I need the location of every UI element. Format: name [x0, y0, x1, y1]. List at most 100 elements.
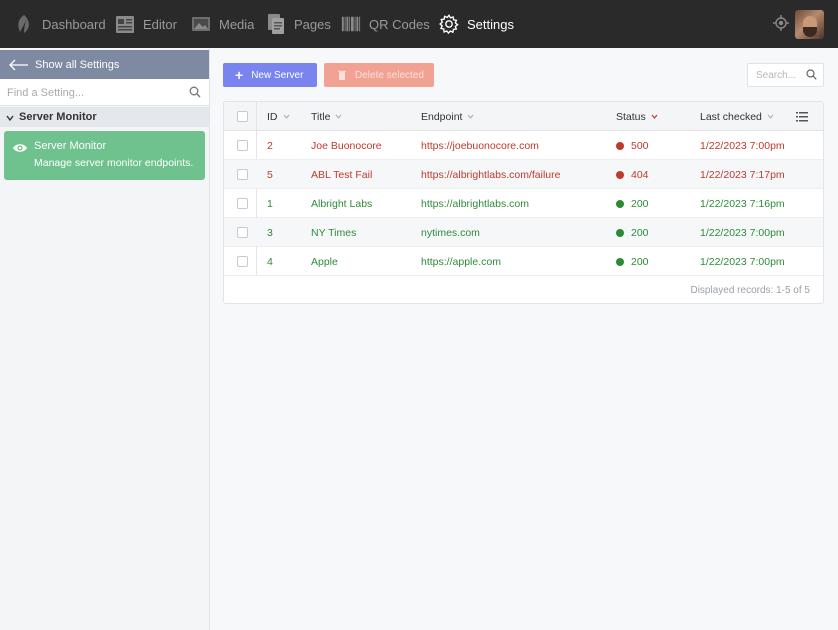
status-dot-icon: [616, 228, 624, 237]
column-label: Status: [616, 110, 646, 123]
settings-group-header[interactable]: Server Monitor: [0, 107, 209, 127]
select-all-checkbox[interactable]: [237, 111, 248, 122]
cell-status: 404: [616, 160, 649, 189]
cell-text: NY Times: [311, 226, 357, 239]
find-setting-field: [0, 79, 209, 106]
cell-title: ABL Test Fail: [311, 160, 372, 189]
column-header-endpoint[interactable]: Endpoint: [421, 102, 474, 131]
column-header-id[interactable]: ID: [267, 102, 290, 131]
gear-icon: [439, 14, 459, 35]
records-count: Displayed records: 1-5 of 5: [690, 285, 810, 296]
cell-text: 1/22/2023 7:16pm: [700, 197, 785, 210]
settings-sidebar: Show all Settings Server Monitor Server …: [0, 48, 210, 630]
table-row[interactable]: 2 Joe Buonocore https://joebuonocore.com 50…: [224, 131, 823, 160]
cell-title: NY Times: [311, 218, 356, 247]
column-label: ID: [267, 110, 278, 123]
chevron-down-icon: [767, 114, 774, 119]
servers-table: ID Title Endpoint Status Last checked 2 …: [223, 101, 824, 304]
table-search-input[interactable]: [748, 64, 804, 86]
table-row[interactable]: 1 Albright Labs https://albrightlabs.com 20…: [224, 189, 823, 218]
top-navigation-bar: Dashboard Editor Media Pages QR Codes Se…: [0, 0, 838, 48]
cell-id: 2: [267, 131, 273, 160]
status-dot-icon: [616, 257, 624, 266]
show-all-settings-link[interactable]: Show all Settings: [0, 50, 209, 79]
cell-checked: 1/22/2023 7:00pm: [700, 247, 785, 276]
cell-text: ABL Test Fail: [311, 168, 373, 181]
column-header-status[interactable]: Status: [616, 102, 658, 131]
plus-icon: +: [235, 67, 244, 83]
nav-item-editor[interactable]: Editor: [115, 0, 177, 48]
nav-label: Pages: [294, 16, 331, 32]
cell-text: nytimes.com: [421, 226, 480, 239]
column-header-title[interactable]: Title: [311, 102, 342, 131]
cell-text: 1: [267, 197, 273, 210]
table-header: ID Title Endpoint Status Last checked: [224, 102, 823, 131]
cell-text: Albright Labs: [311, 197, 373, 210]
search-icon[interactable]: [189, 86, 201, 98]
status-dot-icon: [616, 141, 624, 150]
cell-checked: 1/22/2023 7:00pm: [700, 218, 785, 247]
sidebar-item-description: Manage server monitor endpoints.: [34, 157, 194, 169]
sidebar-item-server-monitor[interactable]: Server Monitor Manage server monitor end…: [4, 131, 205, 180]
nav-label: QR Codes: [369, 16, 430, 32]
cell-text: 1/22/2023 7:00pm: [700, 255, 785, 268]
nav-label: Editor: [143, 16, 177, 32]
cell-status: 500: [616, 131, 649, 160]
cell-title: Albright Labs: [311, 189, 372, 218]
nav-item-pages[interactable]: Pages: [266, 0, 331, 48]
cell-text: 1/22/2023 7:00pm: [700, 139, 785, 152]
sidebar-item-title: Server Monitor: [34, 140, 107, 152]
image-icon: [191, 14, 211, 34]
table-search: [747, 63, 824, 87]
row-checkbox[interactable]: [237, 256, 248, 267]
cell-text: 1/22/2023 7:00pm: [700, 226, 785, 239]
cell-checked: 1/22/2023 7:00pm: [700, 131, 785, 160]
column-header-last-checked[interactable]: Last checked: [700, 102, 774, 131]
row-checkbox[interactable]: [237, 198, 248, 209]
status-dot-icon: [616, 170, 624, 179]
cell-text: Joe Buonocore: [311, 139, 382, 152]
cell-text: https://albrightlabs.com: [421, 197, 529, 210]
cell-status: 200: [616, 247, 649, 276]
find-setting-input[interactable]: [0, 79, 170, 106]
new-server-button[interactable]: + New Server: [223, 63, 317, 87]
row-checkbox[interactable]: [237, 140, 248, 151]
table-row[interactable]: 3 NY Times nytimes.com 200 1/22/2023 7:00pm: [224, 218, 823, 247]
cell-status: 200: [616, 189, 649, 218]
cell-id: 3: [267, 218, 273, 247]
cell-endpoint: https://albrightlabs.com/failure: [421, 160, 560, 189]
column-label: Title: [311, 110, 331, 123]
delete-selected-button[interactable]: Delete selected: [324, 63, 434, 87]
table-row[interactable]: 5 ABL Test Fail https://albrightlabs.com/f…: [224, 160, 823, 189]
cell-text: https://apple.com: [421, 255, 501, 268]
nav-item-settings[interactable]: Settings: [439, 0, 514, 48]
cell-title: Joe Buonocore: [311, 131, 382, 160]
location-target-icon[interactable]: [772, 14, 790, 32]
chevron-down-icon: [468, 114, 474, 119]
cell-text: 3: [267, 226, 273, 239]
chevron-down-icon: [651, 114, 658, 119]
table-row[interactable]: 4 Apple https://apple.com 200 1/22/2023 7:00…: [224, 247, 823, 276]
cell-id: 4: [267, 247, 273, 276]
pages-icon: [266, 14, 286, 34]
search-icon[interactable]: [806, 69, 817, 80]
column-label: Endpoint: [421, 110, 463, 123]
show-all-label: Show all Settings: [35, 58, 120, 71]
cell-text: https://joebuonocore.com: [421, 139, 539, 152]
nav-label: Settings: [467, 16, 514, 32]
nav-item-media[interactable]: Media: [191, 0, 254, 48]
chevron-down-icon: [336, 114, 342, 119]
cell-text: 1/22/2023 7:17pm: [700, 168, 785, 181]
nav-item-dashboard[interactable]: Dashboard: [14, 0, 106, 48]
cell-endpoint: https://albrightlabs.com: [421, 189, 529, 218]
nav-item-qr-codes[interactable]: QR Codes: [341, 0, 430, 48]
row-checkbox[interactable]: [237, 227, 248, 238]
cell-text: Apple: [311, 255, 338, 268]
user-avatar[interactable]: [795, 10, 824, 39]
cell-endpoint: https://apple.com: [421, 247, 501, 276]
list-columns-icon[interactable]: [796, 111, 808, 122]
row-checkbox[interactable]: [237, 169, 248, 180]
cell-text: https://albrightlabs.com/failure: [421, 168, 561, 181]
cell-text: 404: [631, 168, 649, 181]
cell-status: 200: [616, 218, 649, 247]
